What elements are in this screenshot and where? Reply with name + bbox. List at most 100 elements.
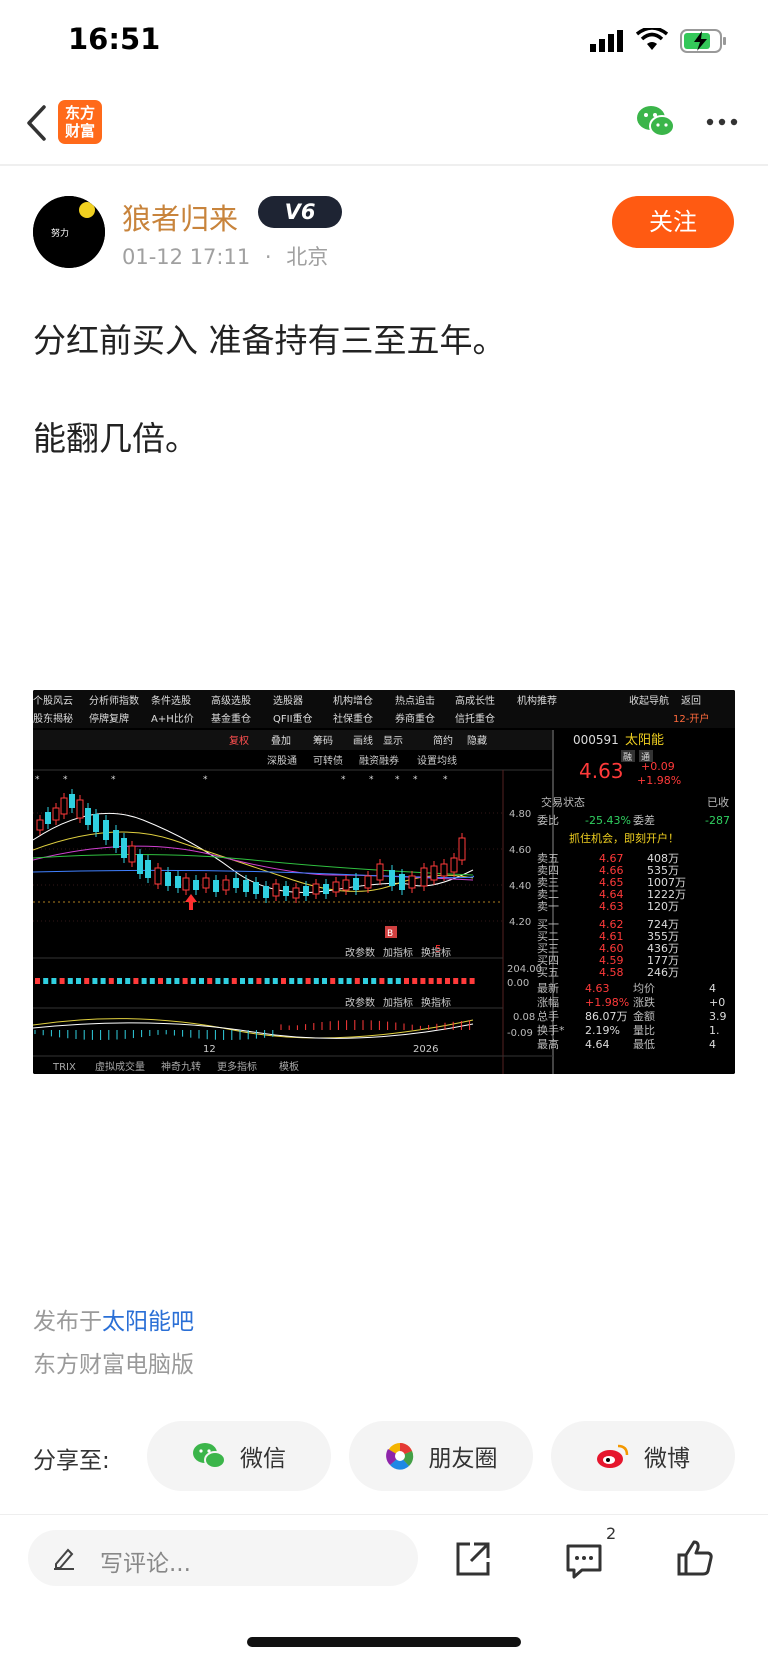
volume-bar <box>92 978 98 984</box>
candle <box>263 886 269 898</box>
weibo-icon <box>597 1444 629 1468</box>
candle <box>222 879 230 891</box>
weicha-label: 委差 <box>633 813 655 827</box>
stat-value: 4 <box>709 982 716 995</box>
stat-label: 金额 <box>633 1009 655 1023</box>
share-moments-label: 朋友圈 <box>428 1446 498 1472</box>
bottom-divider <box>0 1514 768 1515</box>
wechat-icon[interactable] <box>636 104 676 140</box>
candle <box>85 808 91 825</box>
subtoolbar-item: 可转债 <box>313 754 343 767</box>
candle <box>272 883 280 897</box>
indicator-tab: 模板 <box>279 1060 299 1073</box>
client-source: 东方财富电脑版 <box>33 1352 194 1378</box>
comment-input[interactable]: 写评论... <box>28 1530 418 1586</box>
signal-icon <box>590 30 623 52</box>
subtoolbar-item: 深股通 <box>267 755 297 767</box>
stat-label: 总手 <box>537 1009 559 1023</box>
attached-chart-image[interactable]: 个股风云 分析师指数 条件选股 高级选股 选股器 机构增仓 热点追击 高成长性 机构推荐 收起导航… <box>33 690 735 1074</box>
toolbar-item: 画线 <box>353 734 373 747</box>
more-icon[interactable] <box>705 115 739 129</box>
panel-button: 加指标 <box>383 946 413 959</box>
candle <box>342 879 350 891</box>
volume-bar <box>387 978 393 984</box>
toolbar-item: 筹码 <box>313 734 333 747</box>
ask-volume: 120万 <box>647 900 679 913</box>
share-icon[interactable] <box>454 1540 492 1578</box>
volume-bar <box>436 978 442 984</box>
menu-item: 分析师指数 <box>89 694 139 707</box>
stock-software-screenshot: 个股风云 分析师指数 条件选股 高级选股 选股器 机构增仓 热点追击 高成长性 机构推荐 收起导航… <box>33 690 735 1074</box>
signal-star: * <box>413 775 418 785</box>
share-weibo-button[interactable]: 微博 <box>551 1421 735 1491</box>
candle <box>303 886 309 896</box>
price-change: +0.09 <box>641 760 675 773</box>
price-tick: 4.60 <box>509 845 531 856</box>
like-icon[interactable] <box>675 1538 715 1578</box>
candle <box>202 877 210 889</box>
moments-icon <box>385 1443 413 1470</box>
candle <box>430 865 438 881</box>
candle <box>420 867 428 887</box>
candle <box>389 870 395 886</box>
volume-bar <box>453 978 459 984</box>
menu-item: 高成长性 <box>455 694 495 707</box>
share-label: 分享至: <box>33 1448 110 1474</box>
volume-bar <box>346 978 352 984</box>
volume-bar <box>199 978 204 984</box>
volume-bar <box>108 978 114 984</box>
post-text-line-1: 分红前买入 准备持有三至五年。 <box>33 321 506 360</box>
candle <box>450 857 458 873</box>
weicha-value: -287 <box>705 814 730 827</box>
panel-button: 加指标 <box>383 996 413 1009</box>
bid-label: 买五 <box>537 966 559 979</box>
candle <box>69 794 75 808</box>
share-moments-button[interactable]: 朋友圈 <box>349 1421 533 1491</box>
status-time: 16:51 <box>68 22 161 56</box>
post-meta: 01-12 17:11 · 北京 <box>122 245 329 269</box>
candle <box>233 878 239 888</box>
candle <box>45 812 51 824</box>
follow-button[interactable]: 关注 <box>612 196 734 248</box>
volume-bar <box>313 978 319 984</box>
volume-bar <box>445 978 450 984</box>
toolbar-item: 叠加 <box>271 735 291 747</box>
forum-link[interactable]: 太阳能吧 <box>102 1309 194 1335</box>
indicator-tab: 虚拟成交量 <box>95 1060 145 1073</box>
volume-bar <box>420 978 426 984</box>
stat-value: 2.19% <box>585 1024 620 1037</box>
promo-banner: 抓住机会，即刻开户！ <box>569 831 679 845</box>
stat-label: 涨幅 <box>537 996 559 1009</box>
volume-bar <box>379 978 385 984</box>
volume-bar <box>305 978 311 984</box>
candle <box>243 880 249 892</box>
volume-bar <box>43 978 49 984</box>
price-tick: 4.80 <box>509 809 531 820</box>
subtoolbar-item: 设置均线 <box>417 754 457 767</box>
signal-star: * <box>111 775 116 785</box>
price-change-pct: +1.98% <box>637 774 681 787</box>
volume-bar <box>289 978 295 984</box>
comment-icon[interactable] <box>564 1542 604 1580</box>
ask-price: 4.63 <box>599 900 624 913</box>
avatar[interactable]: 努力 <box>33 196 105 268</box>
avatar-image: 努力 <box>33 196 105 268</box>
menu-item: 信托重仓 <box>455 712 495 725</box>
username[interactable]: 狼者归来 <box>122 196 238 238</box>
indicator-tab: 更多指标 <box>217 1060 257 1073</box>
candle <box>128 845 136 863</box>
candle <box>353 878 359 890</box>
stat-value: 1. <box>709 1024 720 1037</box>
share-wechat-button[interactable]: 微信 <box>147 1421 331 1491</box>
candle <box>332 881 340 893</box>
signal-star: * <box>341 775 346 785</box>
volume-bar <box>322 978 327 984</box>
volume-bar <box>338 978 344 984</box>
volume-bar <box>100 978 106 984</box>
volume-bar <box>141 978 147 984</box>
stat-label: 最高 <box>537 1037 559 1051</box>
back-arrow-icon[interactable] <box>24 104 50 142</box>
pencil-icon <box>54 1548 74 1570</box>
toolbar-item: 简约 <box>433 734 453 747</box>
volume-bar <box>404 978 409 984</box>
